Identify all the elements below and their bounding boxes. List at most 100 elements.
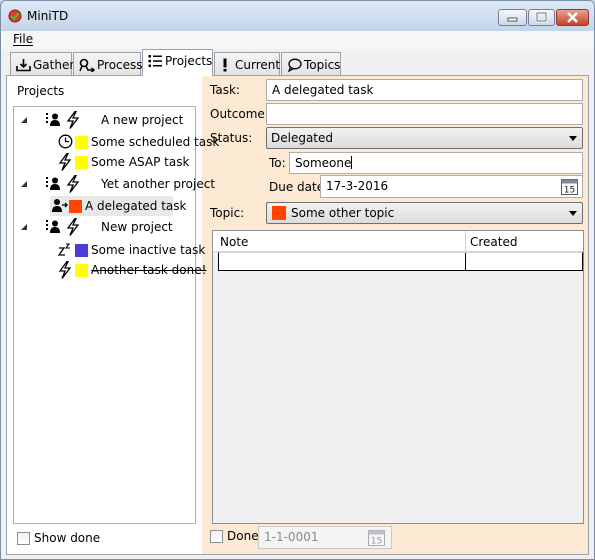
outcome-input[interactable] xyxy=(266,103,583,125)
project-people-icon xyxy=(46,177,60,190)
calendar-day: 15 xyxy=(371,537,382,547)
tab-topics[interactable]: Topics xyxy=(281,52,341,75)
task-input[interactable]: A delegated task xyxy=(266,79,583,101)
new-note-row[interactable] xyxy=(218,252,583,271)
menu-bar: File xyxy=(1,31,594,49)
projects-header: Projects xyxy=(17,84,65,98)
status-label: Status: xyxy=(210,131,253,145)
tab-current[interactable]: Current xyxy=(214,52,280,75)
topic-color-swatch xyxy=(75,156,88,169)
minimize-icon xyxy=(507,17,518,22)
status-dropdown[interactable]: Delegated xyxy=(266,127,583,149)
task-label: Task: xyxy=(210,83,240,97)
projects-panel: Projects A new project Some scheduled ta… xyxy=(7,76,219,554)
tab-strip: Gather Process Projects Current Topics xyxy=(1,49,594,76)
column-header-note[interactable]: Note xyxy=(220,235,248,249)
tab-current-label: Current xyxy=(235,58,281,72)
tab-gather-label: Gather xyxy=(33,58,75,72)
tree-project-row[interactable]: Yet another project xyxy=(20,174,215,194)
minimize-button[interactable] xyxy=(498,9,527,26)
lightning-icon xyxy=(58,261,72,279)
tab-topics-label: Topics xyxy=(304,58,341,72)
tree-item-label: Some inactive task xyxy=(91,243,206,257)
tab-projects[interactable]: Projects xyxy=(142,49,213,76)
projects-tab-content: Projects A new project Some scheduled ta… xyxy=(6,75,589,555)
to-label: To: xyxy=(269,156,286,170)
title-bar[interactable]: MiniTD xyxy=(1,1,594,31)
outcome-label: Outcome: xyxy=(210,107,269,121)
cell-separator xyxy=(465,253,466,271)
maximize-icon xyxy=(535,11,548,23)
calendar-icon[interactable]: 15 xyxy=(561,178,578,195)
menu-file[interactable]: File xyxy=(13,32,33,46)
done-date-value: 1-1-0001 xyxy=(264,530,319,544)
show-done-checkbox[interactable] xyxy=(17,532,30,545)
project-people-icon xyxy=(46,113,60,126)
done-checkbox[interactable] xyxy=(210,530,223,543)
topic-dropdown[interactable]: Some other topic xyxy=(266,202,583,224)
due-date-picker[interactable]: 17-3-2016 15 xyxy=(320,175,583,198)
chevron-down-icon xyxy=(569,136,577,141)
list-icon xyxy=(148,55,162,67)
tree-project-row[interactable]: A new project xyxy=(20,110,190,130)
text-cursor xyxy=(351,156,353,169)
projects-tree[interactable]: A new project Some scheduled task Some A… xyxy=(13,106,219,524)
topic-color-swatch xyxy=(75,244,88,257)
close-button[interactable] xyxy=(556,9,589,26)
tree-task-row-selected[interactable]: A delegated task xyxy=(50,196,187,216)
tree-item-label: A delegated task xyxy=(85,199,187,213)
tree-task-row[interactable]: Some ASAP task xyxy=(20,152,190,172)
lightning-icon xyxy=(66,175,80,193)
tree-item-label: Another task done! xyxy=(91,263,207,277)
notes-grid[interactable]: Note Created xyxy=(212,230,584,524)
inbox-down-icon xyxy=(16,59,31,72)
project-people-icon xyxy=(46,220,60,233)
app-window: MiniTD File Gather Process Projects Curr… xyxy=(0,0,595,560)
show-done-label: Show done xyxy=(34,531,101,545)
topic-color-swatch xyxy=(75,264,88,277)
expander-open-icon[interactable] xyxy=(20,223,28,231)
tree-task-row[interactable]: Some scheduled task xyxy=(20,132,219,152)
window-title: MiniTD xyxy=(27,9,69,23)
app-logo-icon xyxy=(8,9,22,23)
close-icon xyxy=(567,12,578,23)
tab-process-label: Process xyxy=(97,58,143,72)
tab-process[interactable]: Process xyxy=(73,52,143,75)
speech-bubble-icon xyxy=(287,58,302,72)
delegated-to-value: Someone xyxy=(295,156,352,170)
delegated-to-input[interactable]: Someone xyxy=(289,152,583,174)
chevron-down-icon xyxy=(569,211,577,216)
tree-item-label: New project xyxy=(101,220,173,234)
calendar-icon: 15 xyxy=(368,530,385,547)
notes-grid-header: Note Created xyxy=(213,231,583,252)
tree-item-label: Some ASAP task xyxy=(91,155,190,169)
exclamation-icon xyxy=(223,58,227,72)
clock-icon xyxy=(58,134,73,149)
due-date-value: 17-3-2016 xyxy=(326,179,389,193)
tree-item-label: A new project xyxy=(101,113,184,127)
lightning-icon xyxy=(58,153,72,171)
tree-task-row[interactable]: Some inactive task xyxy=(20,240,205,260)
tab-gather[interactable]: Gather xyxy=(10,52,75,75)
expander-open-icon[interactable] xyxy=(20,116,28,124)
column-separator[interactable] xyxy=(465,231,466,252)
process-icon xyxy=(79,58,95,72)
column-header-created[interactable]: Created xyxy=(470,235,518,249)
tree-project-row[interactable]: New project xyxy=(20,217,190,237)
maximize-button[interactable] xyxy=(528,9,555,26)
tree-task-row-done[interactable]: Another task done! xyxy=(20,260,206,280)
lightning-icon xyxy=(66,111,80,129)
done-date-picker: 1-1-0001 15 xyxy=(258,526,392,549)
tree-item-label: Some scheduled task xyxy=(91,135,220,149)
sleep-icon xyxy=(58,243,71,256)
topic-color-swatch xyxy=(272,206,286,220)
topic-color-swatch xyxy=(75,136,88,149)
calendar-day: 15 xyxy=(564,186,575,196)
topic-value: Some other topic xyxy=(291,206,395,220)
topic-color-swatch xyxy=(69,200,82,213)
topic-label: Topic: xyxy=(210,206,245,220)
expander-open-icon[interactable] xyxy=(20,180,28,188)
tree-item-label: Yet another project xyxy=(101,177,216,191)
status-value: Delegated xyxy=(271,131,334,145)
done-label: Done xyxy=(227,529,259,543)
